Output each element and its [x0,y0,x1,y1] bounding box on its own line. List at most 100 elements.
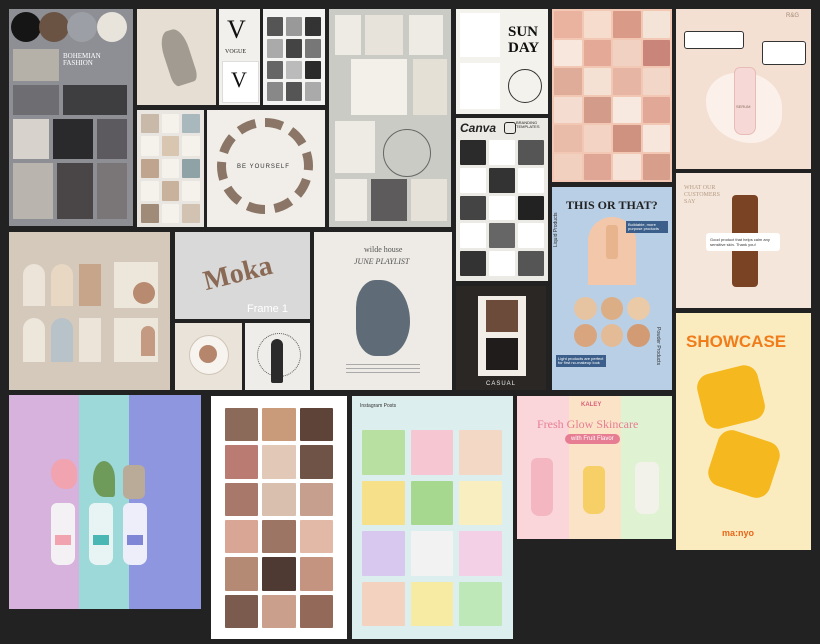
arch-2 [51,264,73,306]
review-brand: R&G [786,13,800,19]
sage-tile-1 [335,15,361,55]
vogue-logo-text: VOGUE [225,49,246,55]
fresh-bottle-yellow [583,466,605,514]
card-shadow-hand[interactable] [137,9,216,105]
canva-logo: Canva [460,121,497,135]
card-sunday[interactable]: SUN DAY [456,9,548,114]
photo-shoes [13,85,59,115]
fashion-title: BOHEMIAN FASHION [63,52,101,67]
petal-icon [51,459,77,489]
arch-7 [51,318,73,362]
photo-closet [13,163,53,219]
arch-circle-5 [133,282,155,304]
card-fashion-moodboard[interactable]: BOHEMIAN FASHION [9,9,133,226]
card-be-yourself[interactable]: BE YOURSELF [207,110,325,227]
card-beauty-grid[interactable] [211,396,347,639]
sage-tile-9 [411,179,447,221]
photo-model [53,119,93,159]
card-review-serum[interactable]: R&G SERUM [676,9,811,169]
canva-subtitle: BRANDING TEMPLATES [516,120,540,129]
card-vogue-logo[interactable]: V VOGUE V [219,9,260,105]
sunday-line1: SUN [508,24,539,40]
photo-detail [97,163,127,219]
card-customers-say[interactable]: WHAT OUR CUSTOMERS SAY Good product that… [676,173,811,308]
customers-heading: WHAT OUR CUSTOMERS SAY [684,185,720,206]
dropper-bottle [606,225,618,259]
swatch-black [11,12,41,42]
card-june-playlist[interactable]: wilde house JUNE PLAYLIST [314,232,452,390]
stripe-mint [79,395,129,609]
card-showcase[interactable]: SHOWCASE ma:nyo [676,313,811,550]
card-moka-frame[interactable]: Moka Frame 1 [175,232,310,319]
sage-circle-text [383,129,431,177]
swatch-cream [97,12,127,42]
arch-1 [23,264,45,306]
photo-accessory [97,119,127,159]
card-pastel-bottles[interactable] [9,395,201,609]
swatch-brown [39,12,69,42]
card-this-or-that[interactable]: THIS OR THAT? Buildable, more purpose pr… [552,187,672,390]
card-arch-templates[interactable] [9,232,170,390]
canva-grid [460,140,544,276]
fresh-bottle-pink [531,458,553,516]
sage-tile-2 [365,15,403,55]
this-or-that-title: THIS OR THAT? [566,198,658,212]
label-teal [93,535,109,545]
arch-10 [141,326,155,356]
playlist-subtitle: JUNE PLAYLIST [354,257,410,266]
label-lilac [127,535,143,545]
sunday-line2: DAY [508,40,540,56]
tag-bottom: Light products are perfect for first no-… [556,355,606,367]
bottle-pink [51,503,75,565]
playlist-tracks [346,364,420,376]
moka-logo: Moka [200,250,276,298]
frame-label[interactable]: Frame 1 [247,304,288,315]
card-canva-branding[interactable]: Canva BRANDING TEMPLATES [456,118,548,281]
card-casual[interactable]: CASUAL [456,286,546,390]
photo-rack [63,85,127,115]
fresh-bottle-green [635,462,659,514]
casual-portrait-2 [486,338,518,370]
hand-silhouette [271,339,283,383]
card-hand-text-circle[interactable] [245,323,310,390]
bottle-teal [89,503,113,565]
sage-tile-4 [351,59,407,115]
bw-grid [267,17,321,101]
hand-shadow [156,26,200,88]
serum-bottle [734,67,756,135]
card-social-grid[interactable] [137,110,204,227]
arch-photo-3 [79,264,101,306]
photo-outfit [57,163,93,219]
powder-jars [574,297,650,347]
photo-bag [13,49,59,81]
customers-quote: Good product that helps calm any sensiti… [706,233,780,252]
sunday-tile-2 [460,63,500,109]
instagram-heading: Instagram Posts [360,403,397,409]
sage-tile-3 [409,15,443,55]
instagram-grid [362,430,502,626]
card-peach-grid[interactable] [552,9,672,182]
sage-tile-5 [413,59,447,115]
showcase-title: SHOWCASE [686,332,787,351]
swatch-grey [67,12,97,42]
photo-coat [13,119,49,159]
casual-portrait-1 [486,300,518,332]
showcase-brand: ma:nyo [722,528,755,538]
card-bw-feed[interactable] [263,9,325,105]
vogue-monogram: V [227,15,246,44]
label-pink [55,535,71,545]
sage-tile-7 [335,179,367,221]
stone-icon [123,465,145,499]
card-instagram-posts[interactable]: Instagram Posts [352,396,513,639]
peach-grid [554,11,670,180]
review-bubble-1 [684,31,744,49]
card-food-plate[interactable] [175,323,242,390]
card-sage-templates[interactable] [329,9,451,227]
vogue-monogram-2: V [231,67,247,92]
be-yourself-text: BE YOURSELF [237,164,290,170]
card-fresh-glow[interactable]: KALEY Fresh Glow Skincare with Fruit Fla… [517,396,672,539]
sunday-tile-1 [460,13,500,57]
social-grid [141,114,200,223]
serum-label: SERUM [736,104,751,109]
review-bubble-2 [762,41,806,65]
